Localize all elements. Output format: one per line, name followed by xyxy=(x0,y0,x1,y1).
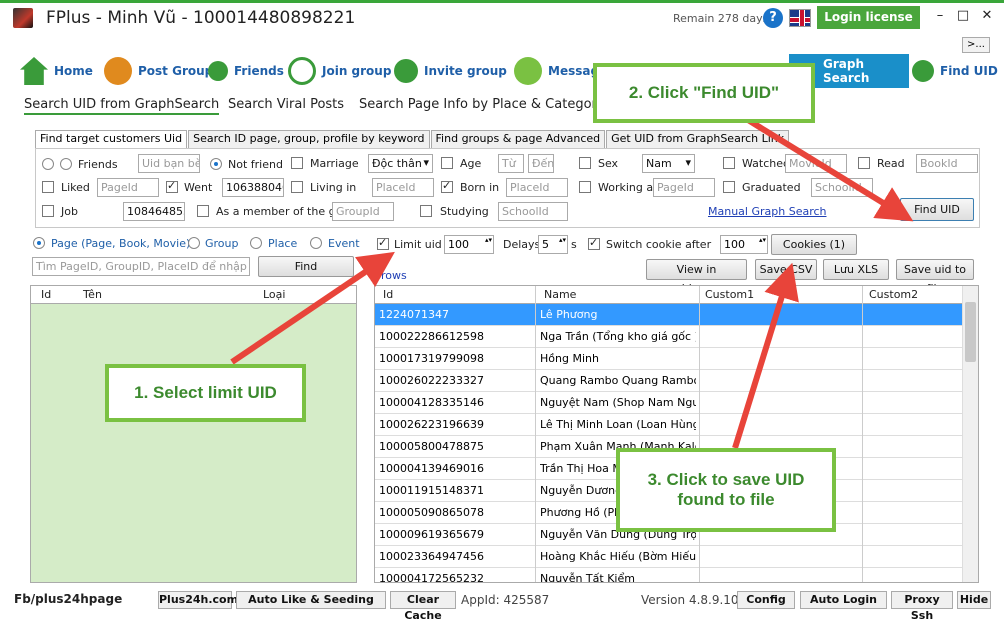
arrow-limit-uid xyxy=(230,251,395,365)
callout-select-limit: 1. Select limit UID xyxy=(105,364,306,422)
callout-save-file: 3. Click to save UID found to file xyxy=(616,448,836,532)
arrow-find-uid xyxy=(746,117,914,222)
callout-find-uid: 2. Click "Find UID" xyxy=(593,63,815,123)
arrow-save-csv xyxy=(732,262,799,449)
annotation-arrows xyxy=(230,117,914,449)
